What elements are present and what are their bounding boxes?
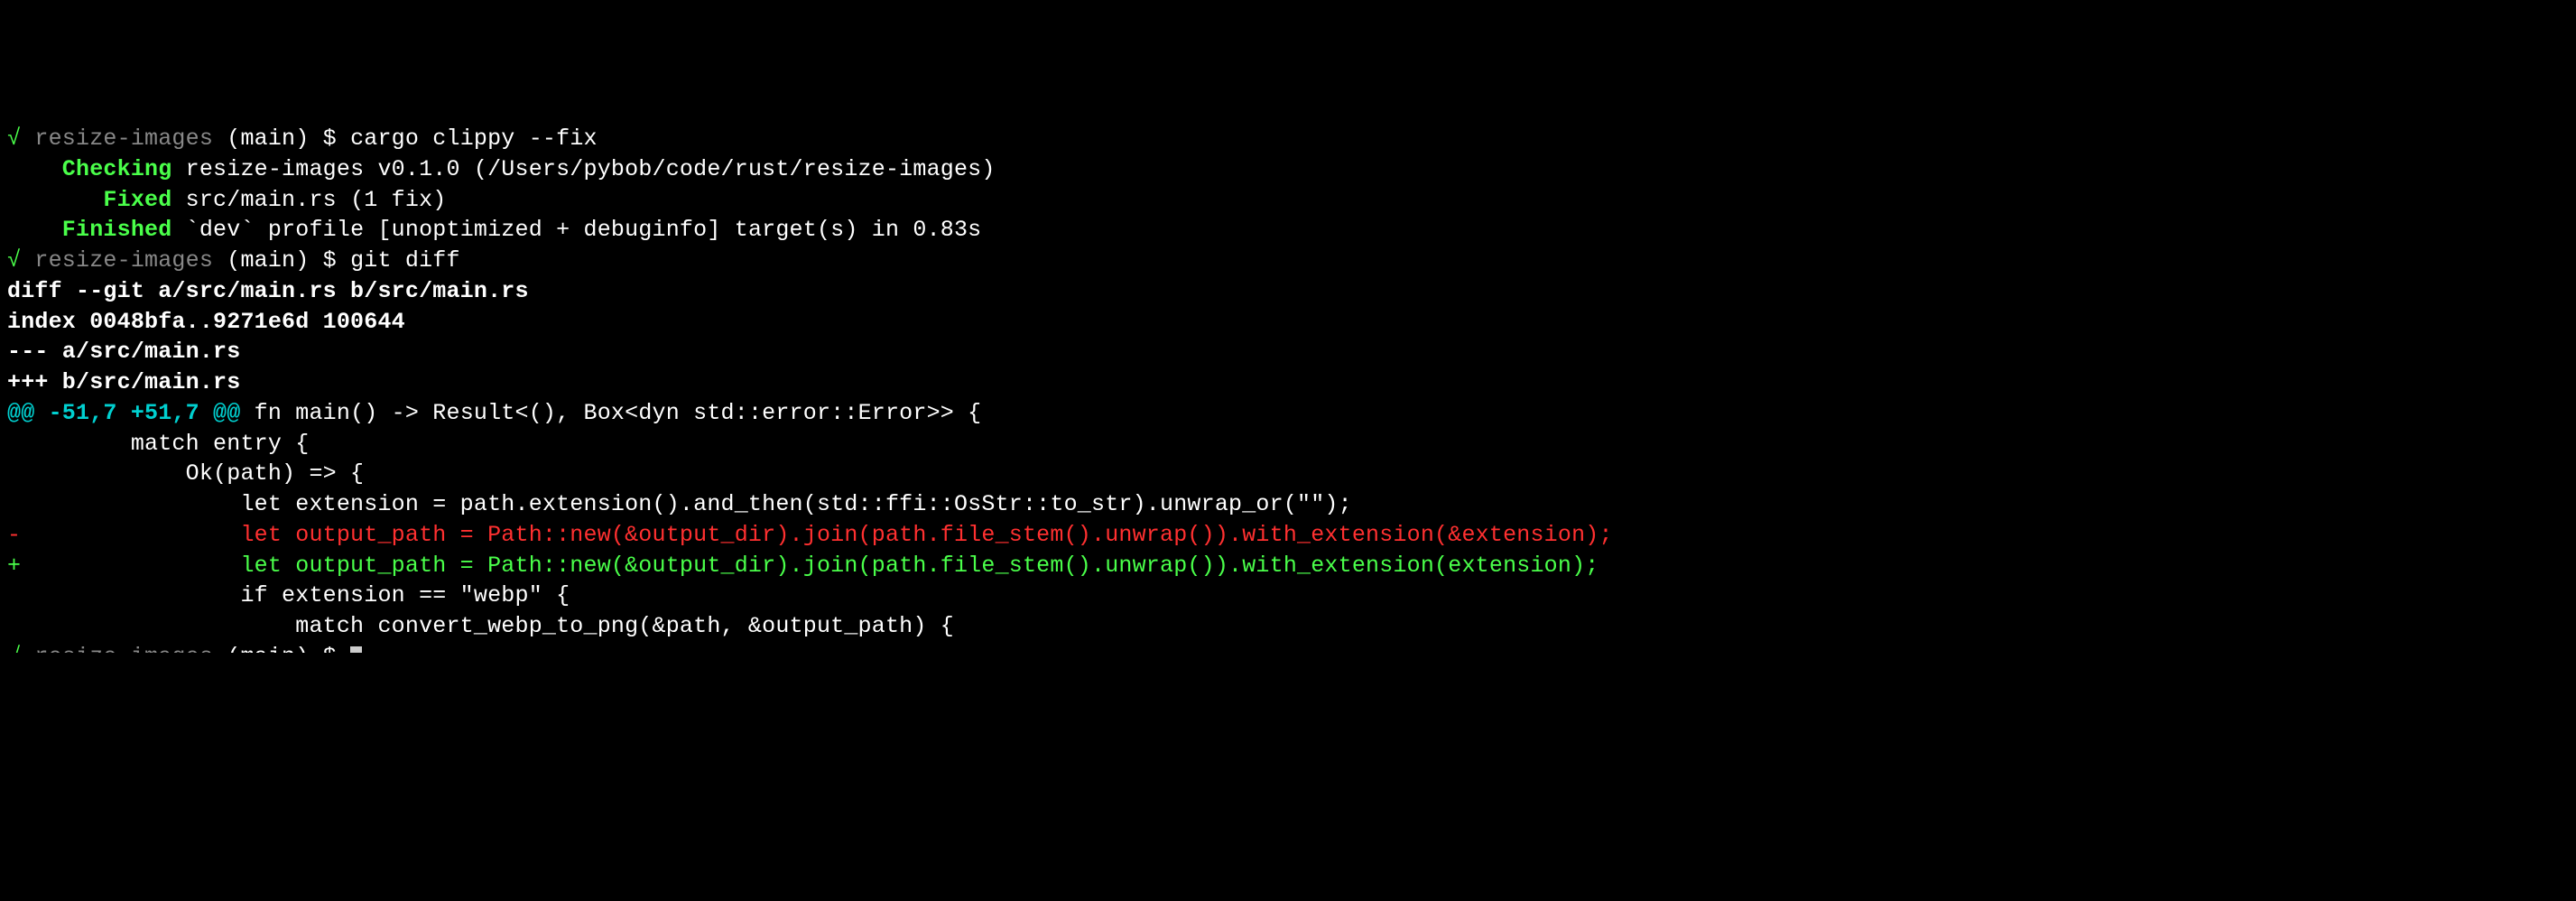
terminal-line: √ resize-images (main) $ git diff [7,246,2569,276]
terminal-line: Ok(path) => { [7,459,2569,489]
terminal-line: Checking resize-images v0.1.0 (/Users/py… [7,154,2569,185]
terminal-line: √ resize-images (main) $ cargo clippy --… [7,124,2569,154]
terminal-text: √ [7,644,34,653]
terminal-text: resize-images [34,644,227,653]
terminal-text: match convert_webp_to_png(&path, &output… [7,613,954,639]
terminal-text: cargo clippy --fix [350,125,598,152]
terminal-line: if extension == "webp" { [7,581,2569,611]
terminal-text: (main) $ [227,247,350,274]
terminal-line: match convert_webp_to_png(&path, &output… [7,611,2569,642]
terminal-text: Fixed [7,187,186,213]
terminal-text: match entry { [7,431,309,457]
terminal-text: let extension = path.extension().and_the… [7,491,1352,517]
terminal-text: index 0048bfa..9271e6d 100644 [7,309,405,335]
terminal-line: diff --git a/src/main.rs b/src/main.rs [7,276,2569,307]
terminal-text: --- a/src/main.rs [7,339,240,365]
terminal-line: Fixed src/main.rs (1 fix) [7,185,2569,216]
terminal-text: √ [7,125,34,152]
terminal-text: @@ -51,7 +51,7 @@ [7,400,240,426]
cursor [350,646,362,653]
terminal-line: Finished `dev` profile [unoptimized + de… [7,215,2569,246]
terminal-text: resize-images [34,125,227,152]
terminal-text: - let output_path = Path::new(&output_di… [7,522,1613,548]
terminal-text: + let output_path = Path::new(&output_di… [7,553,1598,579]
terminal-text: `dev` profile [unoptimized + debuginfo] … [186,217,982,243]
terminal-line: + let output_path = Path::new(&output_di… [7,551,2569,581]
terminal-text: Finished [7,217,186,243]
terminal-text: √ [7,247,34,274]
terminal-text: Checking [7,156,186,182]
terminal-text: git diff [350,247,460,274]
terminal-line: @@ -51,7 +51,7 @@ fn main() -> Result<()… [7,398,2569,429]
terminal-line: --- a/src/main.rs [7,337,2569,367]
terminal-output[interactable]: √ resize-images (main) $ cargo clippy --… [7,124,2569,653]
terminal-text: (main) $ [227,644,350,653]
terminal-line: +++ b/src/main.rs [7,367,2569,398]
terminal-text: (main) $ [227,125,350,152]
terminal-text: resize-images [34,247,227,274]
terminal-text: fn main() -> Result<(), Box<dyn std::err… [240,400,981,426]
terminal-text: if extension == "webp" { [7,582,570,608]
terminal-line: index 0048bfa..9271e6d 100644 [7,307,2569,338]
terminal-prompt-line[interactable]: √ resize-images (main) $ [7,642,2569,653]
terminal-line: let extension = path.extension().and_the… [7,489,2569,520]
terminal-text: src/main.rs (1 fix) [186,187,447,213]
terminal-text: Ok(path) => { [7,460,364,487]
terminal-line: match entry { [7,429,2569,460]
terminal-line: - let output_path = Path::new(&output_di… [7,520,2569,551]
terminal-text: resize-images v0.1.0 (/Users/pybob/code/… [186,156,996,182]
terminal-text: diff --git a/src/main.rs b/src/main.rs [7,278,529,304]
terminal-text: +++ b/src/main.rs [7,369,240,395]
